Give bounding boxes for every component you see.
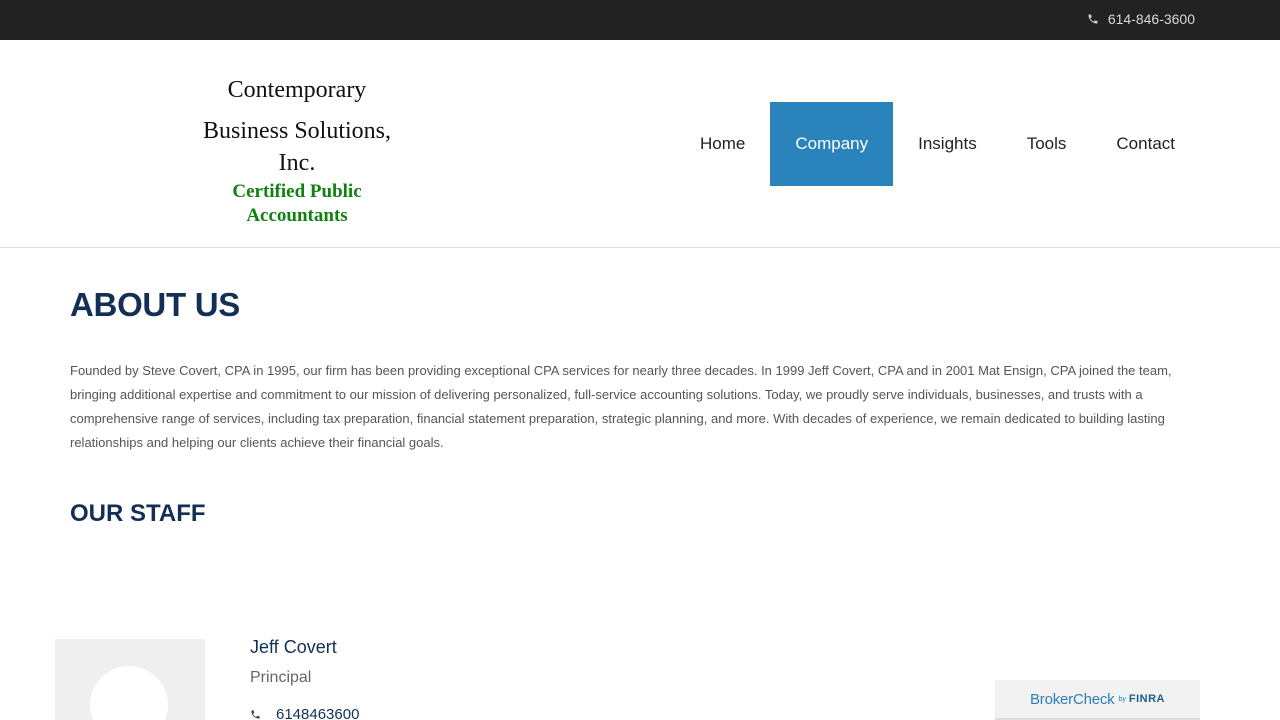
logo-line-2: Business Solutions, Inc. xyxy=(202,118,392,176)
staff-name: Jeff Covert xyxy=(250,637,337,657)
staff-role: Principal xyxy=(250,669,312,686)
topbar-phone-number: 614-846-3600 xyxy=(1107,11,1195,27)
phone-icon xyxy=(1088,14,1098,24)
nav-insights[interactable]: Insights xyxy=(893,102,1002,186)
phone-icon xyxy=(251,710,260,719)
nav-home[interactable]: Home xyxy=(675,102,770,186)
avatar-placeholder-icon xyxy=(90,666,168,720)
brokercheck-badge[interactable]: BrokerCheck by FINRA xyxy=(995,680,1200,720)
about-us-heading: ABOUT US xyxy=(70,286,240,323)
logo-tagline: Certified Public Accountants xyxy=(232,181,362,226)
nav-company[interactable]: Company xyxy=(770,102,894,186)
nav-contact[interactable]: Contact xyxy=(1091,102,1200,186)
topbar-phone-link[interactable]: 614-846-3600 xyxy=(1087,11,1195,27)
logo-line-1: Contemporary xyxy=(227,77,367,103)
brokercheck-by: by xyxy=(1118,695,1126,703)
brokercheck-finra: FINRA xyxy=(1128,693,1165,705)
top-bar: 614-846-3600 xyxy=(0,0,1280,40)
site-header: Contemporary Business Solutions, Inc. Ce… xyxy=(0,40,1280,248)
our-staff-heading: OUR STAFF xyxy=(70,500,206,527)
about-us-text: Founded by Steve Covert, CPA in 1995, ou… xyxy=(70,363,1172,450)
nav-tools[interactable]: Tools xyxy=(1002,102,1092,186)
brokercheck-brand: BrokerCheck xyxy=(1029,690,1115,708)
staff-phone-link[interactable]: 6148463600 xyxy=(250,706,359,720)
main-nav: Home Company Insights Tools Contact xyxy=(675,102,1200,186)
staff-phone-number: 6148463600 xyxy=(276,706,360,720)
site-logo[interactable]: Contemporary Business Solutions, Inc. Ce… xyxy=(182,74,412,228)
staff-avatar xyxy=(55,639,205,720)
